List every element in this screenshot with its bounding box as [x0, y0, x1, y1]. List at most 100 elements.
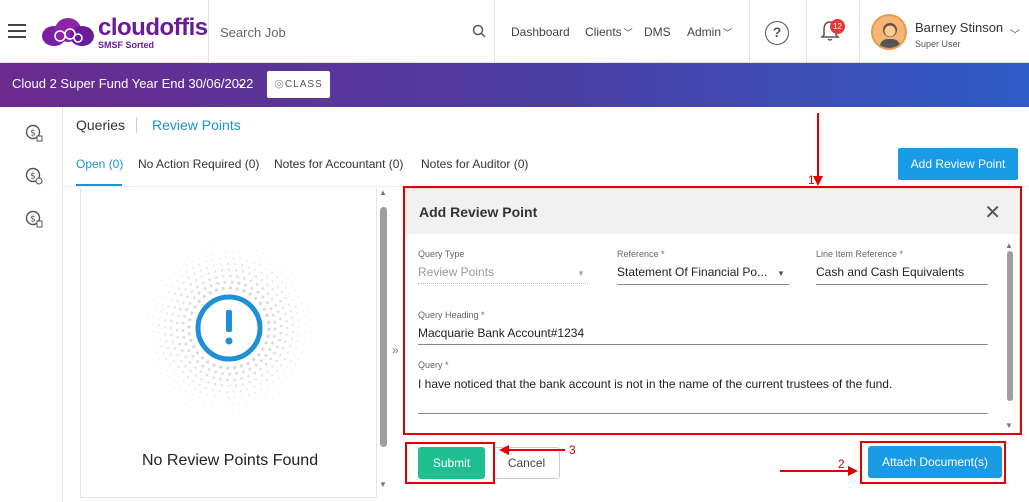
fund-dollar-icon[interactable]: $	[25, 124, 43, 142]
decorative-dot	[237, 414, 239, 417]
fund-settings-icon[interactable]: $	[25, 167, 43, 185]
decorative-dot	[173, 359, 176, 363]
subtab-notes-for-accountant[interactable]: Notes for Accountant (0)	[274, 157, 403, 171]
search-icon[interactable]	[472, 24, 486, 38]
decorative-dot	[279, 324, 283, 328]
decorative-dot	[212, 234, 214, 236]
decorative-dot	[244, 283, 248, 287]
decorative-dot	[179, 359, 183, 363]
decorative-dot	[259, 367, 263, 371]
decorative-dot	[294, 364, 297, 366]
nav-admin[interactable]: Admin ﹀	[687, 25, 732, 39]
search-input[interactable]: Search Job	[220, 25, 286, 40]
chevron-down-icon[interactable]: ﹀	[1010, 26, 1020, 41]
decorative-dot	[270, 389, 273, 392]
decorative-dot	[185, 389, 187, 392]
nav-dashboard[interactable]: Dashboard	[511, 25, 570, 39]
decorative-dot	[250, 242, 252, 244]
decorative-dot	[199, 370, 203, 374]
decorative-dot	[147, 339, 149, 342]
decorative-dot	[176, 335, 180, 339]
nav-clients[interactable]: Clients ﹀	[585, 25, 633, 39]
chevron-down-icon[interactable]: ⌄	[236, 75, 247, 91]
decorative-dot	[237, 281, 241, 285]
decorative-dot	[192, 266, 195, 269]
decorative-dot	[292, 353, 295, 356]
help-icon[interactable]: ?	[765, 21, 789, 45]
decorative-dot	[266, 275, 269, 278]
empty-state-message: No Review Points Found	[142, 452, 319, 469]
decorative-dot	[152, 382, 154, 384]
decorative-dot	[172, 395, 174, 397]
class-logo[interactable]: ◎CLASS	[267, 71, 330, 98]
decorative-dot	[169, 353, 172, 356]
subtab-notes-for-auditor[interactable]: Notes for Auditor (0)	[421, 157, 528, 171]
decorative-dot	[248, 272, 251, 276]
decorative-dot	[289, 359, 292, 362]
decorative-dot	[246, 388, 249, 391]
decorative-dot	[172, 369, 175, 372]
add-review-point-button[interactable]: Add Review Point	[898, 148, 1018, 180]
decorative-dot	[165, 284, 168, 286]
decorative-dot	[182, 380, 185, 383]
decorative-dot	[176, 299, 179, 303]
decorative-dot	[241, 383, 245, 386]
decorative-dot	[192, 296, 196, 300]
decorative-dot	[260, 271, 263, 275]
notification-badge: 12	[830, 19, 845, 34]
decorative-dot	[173, 347, 176, 350]
decorative-dot	[187, 325, 191, 329]
decorative-dot	[221, 286, 225, 291]
subtab-no-action-required[interactable]: No Action Required (0)	[138, 157, 259, 171]
decorative-dot	[193, 388, 196, 391]
nav-dms[interactable]: DMS	[644, 25, 671, 39]
decorative-dot	[321, 339, 323, 341]
fund-title[interactable]: Cloud 2 Super Fund Year End 30/06/2022	[12, 76, 253, 91]
tab-queries[interactable]: Queries	[76, 117, 125, 133]
fund-report-icon[interactable]: $	[25, 210, 43, 228]
decorative-dot	[173, 292, 176, 296]
decorative-dot	[286, 351, 290, 354]
cancel-button[interactable]: Cancel	[493, 447, 560, 479]
decorative-dot	[209, 284, 213, 288]
scroll-down-icon[interactable]: ▼	[379, 480, 387, 489]
decorative-dot	[271, 365, 274, 368]
decorative-dot	[294, 279, 297, 281]
avatar[interactable]	[871, 14, 907, 50]
decorative-dot	[300, 277, 303, 279]
decorative-dot	[255, 282, 259, 286]
decorative-dot	[134, 329, 136, 331]
user-name[interactable]: Barney Stinson	[915, 20, 1003, 35]
decorative-dot	[287, 261, 289, 264]
decorative-dot	[191, 354, 195, 358]
menu-icon[interactable]	[8, 24, 26, 38]
decorative-dot	[303, 359, 306, 362]
decorative-dot	[195, 245, 197, 247]
decorative-dot	[157, 275, 159, 277]
subtab-open[interactable]: Open (0)	[76, 157, 123, 171]
collapse-panel-icon[interactable]: »	[392, 343, 399, 357]
decorative-dot	[171, 340, 174, 344]
decorative-dot	[176, 353, 179, 357]
decorative-dot	[210, 253, 213, 255]
decorative-dot	[189, 283, 192, 286]
decorative-dot	[168, 383, 171, 386]
decorative-dot	[196, 360, 200, 364]
scroll-up-icon[interactable]: ▲	[379, 188, 387, 197]
decorative-dot	[205, 236, 207, 238]
decorative-dot	[178, 342, 181, 346]
decorative-dot	[289, 292, 292, 295]
decorative-dot	[305, 370, 307, 372]
decorative-dot	[308, 278, 310, 280]
brand-logo[interactable]: cloudoffis SMSF Sorted	[40, 14, 208, 50]
list-scroll-thumb[interactable]	[380, 207, 387, 447]
decorative-dot	[218, 257, 221, 260]
tab-review-points[interactable]: Review Points	[152, 117, 241, 133]
decorative-dot	[154, 344, 156, 347]
decorative-dot	[286, 375, 289, 378]
decorative-dot	[274, 259, 276, 262]
decorative-dot	[192, 345, 196, 349]
decorative-dot	[304, 297, 307, 300]
decorative-dot	[284, 312, 287, 316]
decorative-dot	[270, 297, 274, 301]
